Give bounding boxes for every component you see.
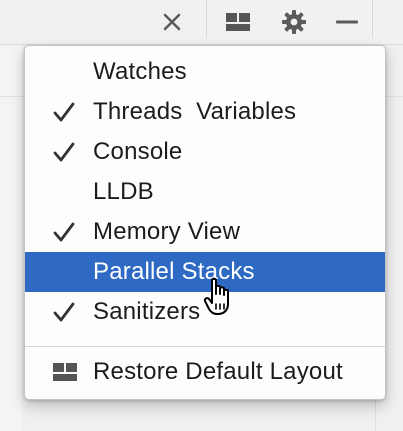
panel-gutter bbox=[0, 45, 22, 431]
menu-item-memory-view[interactable]: Memory View bbox=[25, 212, 385, 252]
panel-divider bbox=[375, 400, 376, 431]
layout-button[interactable] bbox=[222, 0, 254, 44]
menu-item-label: Watches bbox=[93, 58, 187, 85]
checkmark-icon bbox=[53, 142, 75, 162]
menu-separator bbox=[25, 346, 385, 347]
menu-item-label: LLDB bbox=[93, 178, 154, 205]
checkmark-icon bbox=[53, 222, 75, 242]
hand-cursor-icon bbox=[203, 277, 229, 315]
minimize-button[interactable] bbox=[332, 0, 362, 44]
checkmark-icon bbox=[53, 102, 75, 122]
menu-item-label: Console bbox=[93, 138, 183, 165]
menu-item-restore-default-layout[interactable]: Restore Default Layout bbox=[25, 352, 385, 392]
close-button[interactable] bbox=[157, 0, 187, 44]
menu-item-lldb[interactable]: LLDB bbox=[25, 172, 385, 212]
layout-icon bbox=[226, 13, 250, 31]
settings-button[interactable] bbox=[278, 0, 310, 44]
menu-item-threads-variables[interactable]: Threads Variables bbox=[25, 92, 385, 132]
menu-item-label: Sanitizers bbox=[93, 298, 201, 325]
menu-item-label: Threads Variables bbox=[93, 98, 297, 125]
menu-item-console[interactable]: Console bbox=[25, 132, 385, 172]
checkmark-icon bbox=[53, 302, 75, 322]
minimize-icon bbox=[336, 20, 358, 24]
menu-item-label: Memory View bbox=[93, 218, 241, 245]
toolbar bbox=[0, 0, 403, 45]
menu-item-label: Restore Default Layout bbox=[93, 358, 343, 385]
gear-icon bbox=[282, 10, 306, 34]
close-icon bbox=[163, 13, 181, 31]
toolbar-divider bbox=[372, 0, 373, 38]
toolbar-divider bbox=[206, 0, 207, 38]
layout-menu: Watches Threads Variables Console LLDB M… bbox=[24, 45, 386, 400]
layout-icon bbox=[53, 363, 77, 381]
menu-item-watches[interactable]: Watches bbox=[25, 52, 385, 92]
